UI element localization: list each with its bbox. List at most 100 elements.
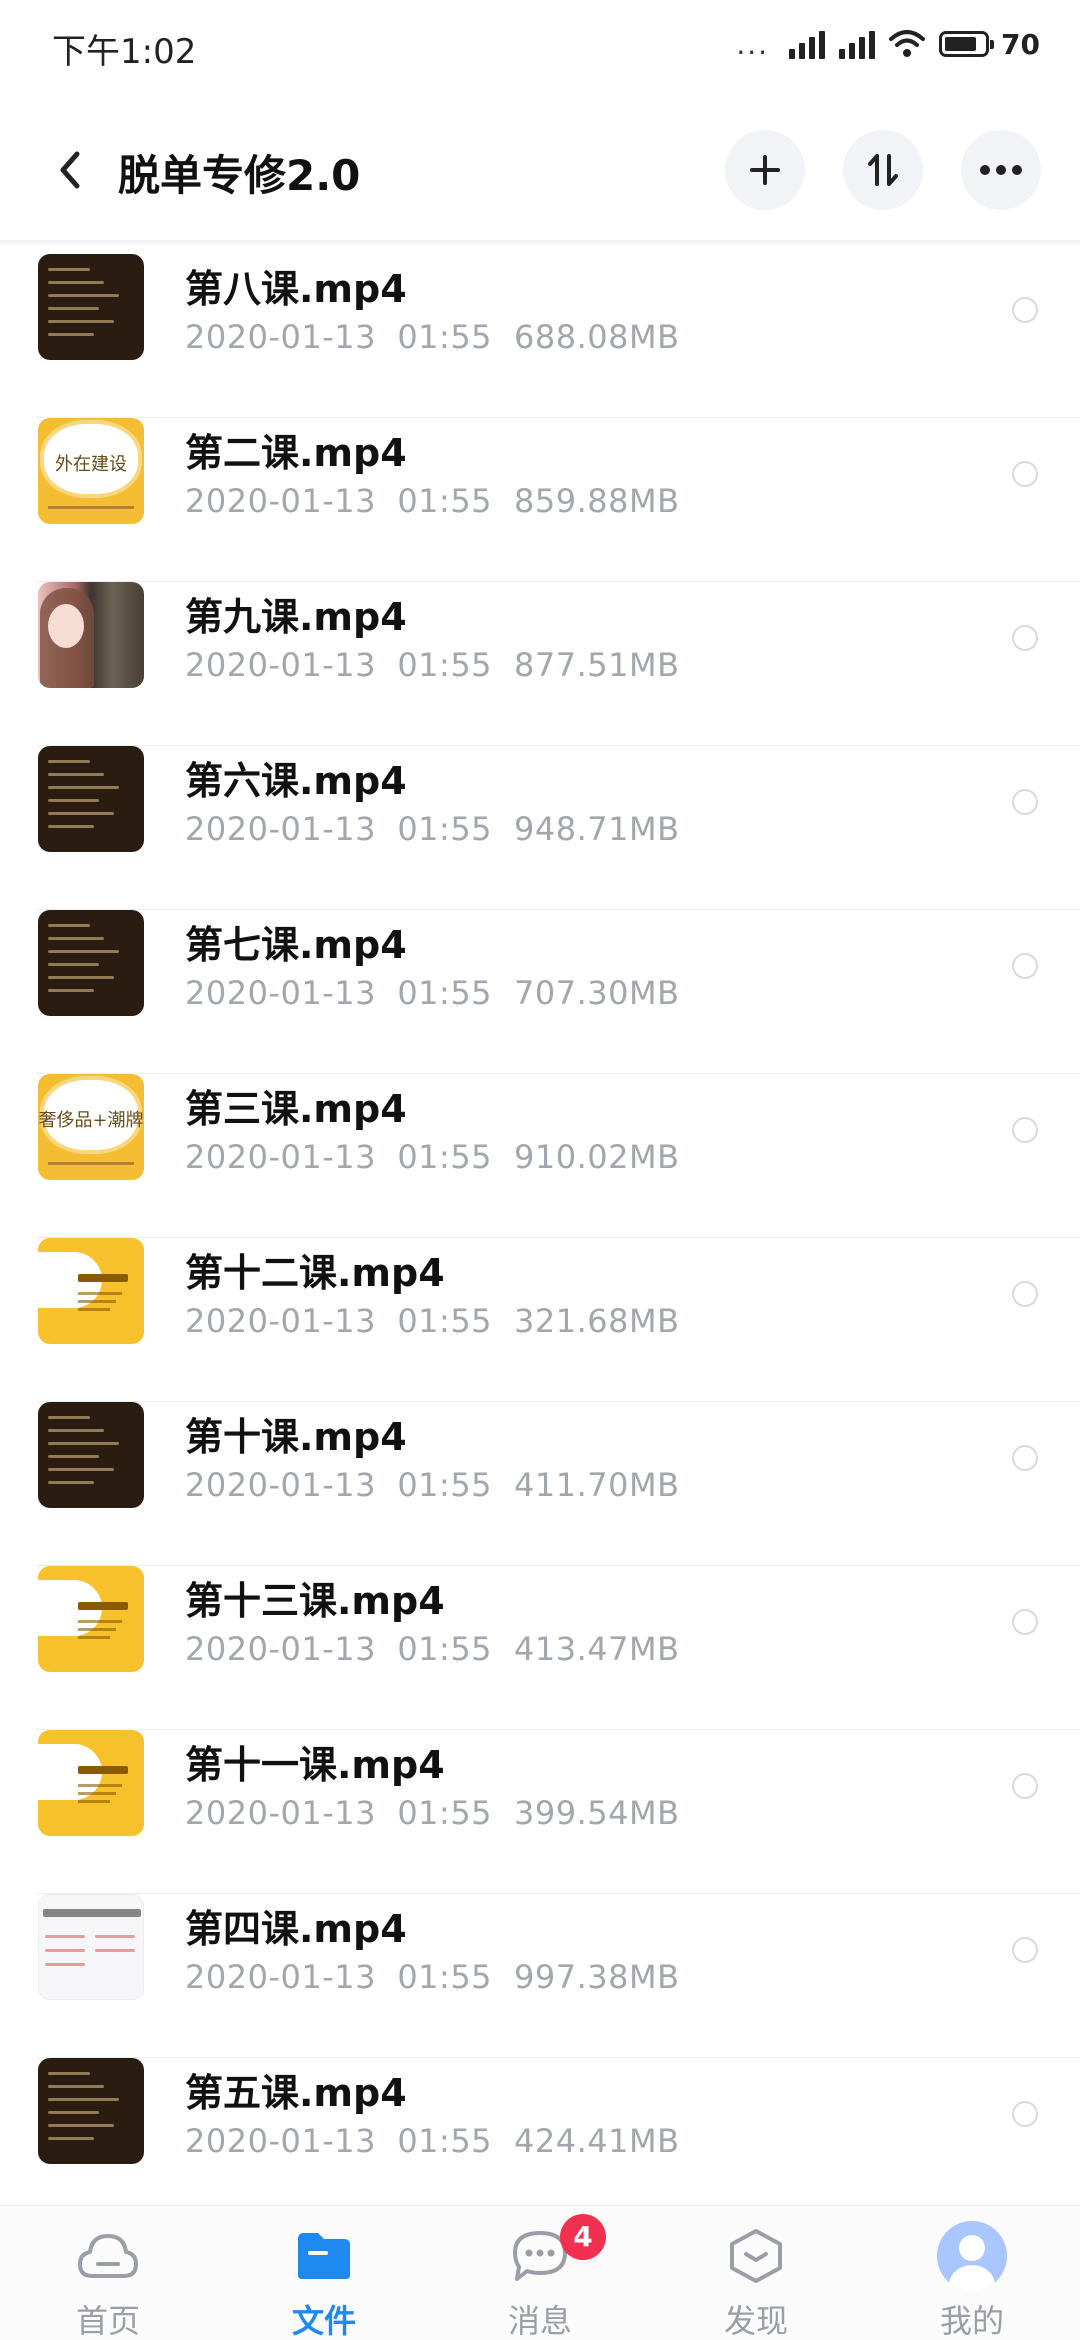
file-row[interactable]: 第八课.mp4 2020-01-13 01:55 688.08MB (0, 254, 1080, 418)
select-radio[interactable] (1012, 625, 1038, 651)
nav-messages-label: 消息 (507, 2302, 572, 2340)
file-name: 第五课.mp4 (185, 2071, 407, 2115)
thumbnail-line (45, 1949, 85, 1952)
select-radio[interactable] (1012, 1937, 1038, 1963)
file-meta: 2020-01-13 01:55 877.51MB (185, 646, 680, 684)
select-radio[interactable] (1012, 297, 1038, 323)
select-radio[interactable] (1012, 1117, 1038, 1143)
avatar-icon (937, 2221, 1007, 2291)
thumbnail-heading (78, 1766, 128, 1774)
nav-discover[interactable]: 发现 (656, 2206, 856, 2340)
nav-files[interactable]: 文件 (224, 2206, 424, 2340)
add-icon (750, 155, 780, 185)
file-meta: 2020-01-13 01:55 321.68MB (185, 1302, 680, 1340)
thumbnail-line (48, 506, 134, 509)
file-size: 877.51MB (514, 646, 680, 684)
page-title: 脱单专修2.0 (118, 151, 361, 200)
file-thumbnail: 奢侈品+潮牌 (38, 1074, 144, 1180)
back-button[interactable] (40, 140, 100, 200)
status-time: 下午1:02 (52, 32, 197, 72)
file-date: 2020-01-13 01:55 (185, 1630, 493, 1668)
file-thumbnail (38, 1566, 144, 1672)
file-row[interactable]: 第七课.mp4 2020-01-13 01:55 707.30MB (0, 910, 1080, 1074)
sort-icon (868, 154, 898, 186)
file-meta: 2020-01-13 01:55 411.70MB (185, 1466, 680, 1504)
folder-icon (298, 2233, 350, 2279)
nav-files-label: 文件 (291, 2302, 356, 2340)
file-name: 第七课.mp4 (185, 923, 407, 967)
file-meta: 2020-01-13 01:55 859.88MB (185, 482, 680, 520)
file-row[interactable]: 第九课.mp4 2020-01-13 01:55 877.51MB (0, 582, 1080, 746)
file-size: 424.41MB (514, 2122, 680, 2160)
signal-icon (789, 29, 826, 59)
thumbnail-line (78, 1792, 116, 1795)
file-thumbnail (38, 2058, 144, 2164)
file-size: 707.30MB (514, 974, 680, 1012)
file-thumbnail (38, 582, 144, 688)
more-button[interactable] (961, 130, 1041, 210)
bottom-nav: 首页 文件 4 消息 发现 我的 (0, 2205, 1080, 2340)
file-size: 948.71MB (514, 810, 680, 848)
file-meta: 2020-01-13 01:55 997.38MB (185, 1958, 680, 1996)
cloud-icon (78, 2234, 138, 2278)
add-button[interactable] (725, 130, 805, 210)
file-row[interactable]: 第十二课.mp4 2020-01-13 01:55 321.68MB (0, 1238, 1080, 1402)
battery-icon (939, 31, 995, 57)
header: 脱单专修2.0 (0, 120, 1080, 220)
file-row[interactable]: 外在建设 第二课.mp4 2020-01-13 01:55 859.88MB (0, 418, 1080, 582)
file-meta: 2020-01-13 01:55 948.71MB (185, 810, 680, 848)
file-meta: 2020-01-13 01:55 424.41MB (185, 2122, 680, 2160)
file-name: 第八课.mp4 (185, 267, 407, 311)
thumbnail-line (45, 1935, 85, 1938)
file-meta: 2020-01-13 01:55 688.08MB (185, 318, 680, 356)
file-name: 第二课.mp4 (185, 431, 407, 475)
select-radio[interactable] (1012, 461, 1038, 487)
select-radio[interactable] (1012, 2101, 1038, 2127)
file-row[interactable]: 第四课.mp4 2020-01-13 01:55 997.38MB (0, 1894, 1080, 2058)
file-date: 2020-01-13 01:55 (185, 482, 493, 520)
file-date: 2020-01-13 01:55 (185, 1138, 493, 1176)
file-date: 2020-01-13 01:55 (185, 1466, 493, 1504)
file-size: 413.47MB (514, 1630, 680, 1668)
file-date: 2020-01-13 01:55 (185, 646, 493, 684)
file-size: 321.68MB (514, 1302, 680, 1340)
file-row[interactable]: 奢侈品+潮牌 第三课.mp4 2020-01-13 01:55 910.02MB (0, 1074, 1080, 1238)
thumbnail-line (95, 1949, 135, 1952)
sort-button[interactable] (843, 130, 923, 210)
file-name: 第四课.mp4 (185, 1907, 407, 1951)
file-size: 411.70MB (514, 1466, 680, 1504)
battery-indicator: 70 (939, 28, 1040, 61)
thumbnail-heading (43, 1909, 141, 1917)
nav-messages[interactable]: 4 消息 (440, 2206, 640, 2340)
status-bar: 下午1:02 ... 70 (0, 0, 1080, 90)
thumbnail-heading (78, 1602, 128, 1610)
select-radio[interactable] (1012, 953, 1038, 979)
file-date: 2020-01-13 01:55 (185, 1794, 493, 1832)
select-radio[interactable] (1012, 1445, 1038, 1471)
nav-mine[interactable]: 我的 (872, 2206, 1072, 2340)
file-row[interactable]: 第五课.mp4 2020-01-13 01:55 424.41MB (0, 2058, 1080, 2205)
file-row[interactable]: 第十一课.mp4 2020-01-13 01:55 399.54MB (0, 1730, 1080, 1894)
file-date: 2020-01-13 01:55 (185, 974, 493, 1012)
file-thumbnail (38, 910, 144, 1016)
file-name: 第六课.mp4 (185, 759, 407, 803)
file-list[interactable]: 第八课.mp4 2020-01-13 01:55 688.08MB 外在建设 第二课.m… (0, 250, 1080, 2205)
file-row[interactable]: 第六课.mp4 2020-01-13 01:55 948.71MB (0, 746, 1080, 910)
discover-icon (730, 2229, 782, 2283)
file-meta: 2020-01-13 01:55 910.02MB (185, 1138, 680, 1176)
file-thumbnail (38, 1402, 144, 1508)
file-row[interactable]: 第十课.mp4 2020-01-13 01:55 411.70MB (0, 1402, 1080, 1566)
thumbnail-line (78, 1300, 116, 1303)
wifi-icon (889, 30, 926, 57)
file-thumbnail: 外在建设 (38, 418, 144, 524)
select-radio[interactable] (1012, 789, 1038, 815)
file-thumbnail (38, 1238, 144, 1344)
select-radio[interactable] (1012, 1281, 1038, 1307)
file-row[interactable]: 第十三课.mp4 2020-01-13 01:55 413.47MB (0, 1566, 1080, 1730)
select-radio[interactable] (1012, 1773, 1038, 1799)
more-icon (980, 165, 1022, 175)
nav-home[interactable]: 首页 (8, 2206, 208, 2340)
file-size: 910.02MB (514, 1138, 680, 1176)
file-date: 2020-01-13 01:55 (185, 1958, 493, 1996)
select-radio[interactable] (1012, 1609, 1038, 1635)
